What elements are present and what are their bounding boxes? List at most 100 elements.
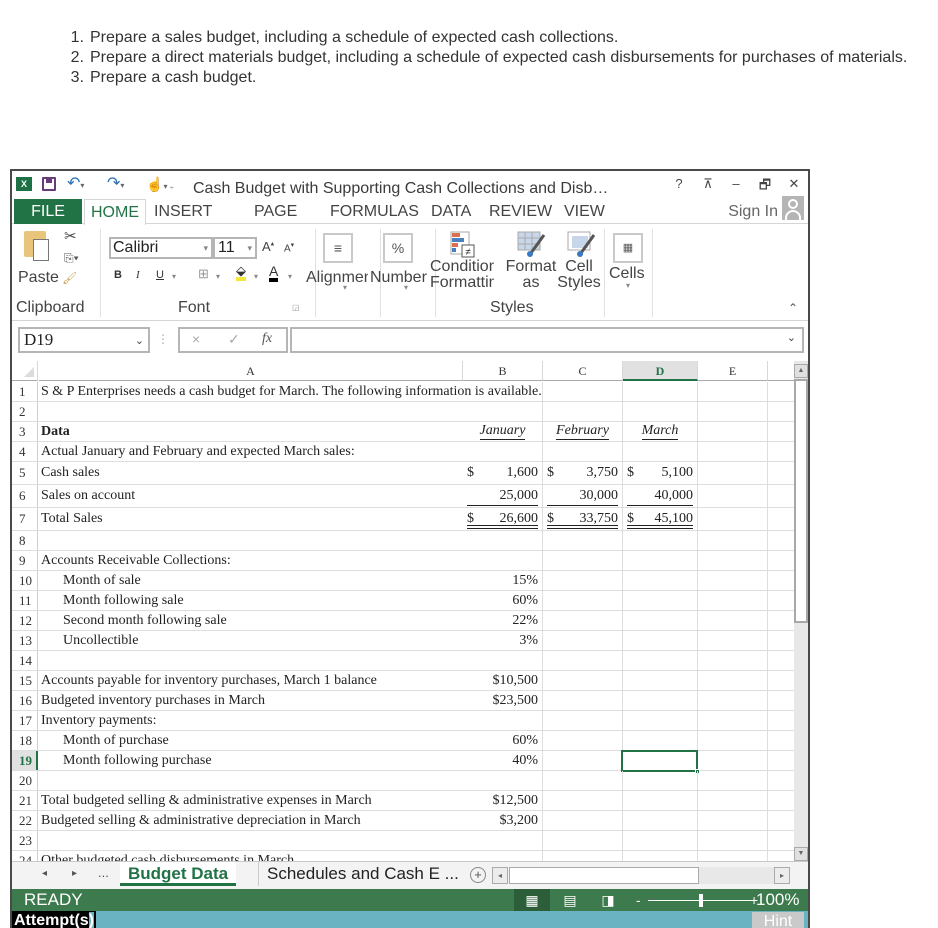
format-as-table-button[interactable]: Format as (502, 259, 560, 291)
row-header[interactable]: 21 (12, 791, 38, 810)
row-header[interactable]: 18 (12, 731, 38, 750)
cut-icon[interactable]: ✂ (64, 227, 77, 245)
row-header[interactable]: 13 (12, 631, 38, 650)
collapse-ribbon-icon[interactable]: ⌃ (788, 301, 798, 315)
cell-d9[interactable] (623, 551, 698, 570)
cell-d3[interactable]: March (623, 422, 698, 441)
cell-d20[interactable] (623, 771, 698, 790)
underline-button[interactable]: U (156, 269, 164, 281)
cell-c22[interactable] (543, 811, 623, 830)
cell-a8[interactable] (39, 531, 463, 550)
cell-e14[interactable] (698, 651, 768, 670)
cell-f4[interactable] (768, 442, 794, 461)
font-dialog-launcher-icon[interactable]: ◲ (292, 303, 300, 312)
cell-d7[interactable]: $45,100 (623, 508, 698, 530)
cell-c18[interactable] (543, 731, 623, 750)
cell-a14[interactable] (39, 651, 463, 670)
cell-d5[interactable]: $5,100 (623, 462, 698, 484)
cell-e20[interactable] (698, 771, 768, 790)
cell-c20[interactable] (543, 771, 623, 790)
cell-d2[interactable] (623, 402, 698, 421)
cell-f8[interactable] (768, 531, 794, 550)
row-header[interactable]: 20 (12, 771, 38, 790)
cell-f17[interactable] (768, 711, 794, 730)
font-size-select[interactable]: 11 ▾ (213, 237, 257, 259)
cell-d1[interactable] (623, 382, 698, 401)
add-sheet-icon[interactable]: + (470, 867, 486, 883)
cell-c12[interactable] (543, 611, 623, 630)
cell-b8[interactable] (463, 531, 543, 550)
cell-c8[interactable] (543, 531, 623, 550)
bold-button[interactable]: B (114, 269, 122, 281)
horizontal-scroll-track[interactable] (699, 867, 774, 884)
cell-b21[interactable]: $12,500 (463, 791, 543, 810)
grow-font-button[interactable]: A▴ (262, 239, 274, 254)
format-as-table-icon[interactable] (517, 231, 547, 259)
cell-a16[interactable]: Budgeted inventory purchases in March (39, 691, 463, 710)
undo-icon[interactable]: ↶▾ (67, 175, 84, 193)
row-header[interactable]: 7 (12, 508, 38, 530)
cell-e13[interactable] (698, 631, 768, 650)
tab-file[interactable]: FILE (14, 199, 82, 224)
cell-b10[interactable]: 15% (463, 571, 543, 590)
tab-review[interactable]: REVIEW (483, 199, 558, 224)
cell-a21[interactable]: Total budgeted selling & administrative … (39, 791, 463, 810)
ribbon-display-options-button[interactable]: ⊼ (698, 176, 718, 192)
cell-f18[interactable] (768, 731, 794, 750)
conditional-formatting-button[interactable]: Conditional Formatting (430, 259, 494, 291)
cell-f20[interactable] (768, 771, 794, 790)
font-color-button[interactable]: A (269, 264, 279, 282)
cell-e5[interactable] (698, 462, 768, 484)
cell-a9[interactable]: Accounts Receivable Collections: (39, 551, 463, 570)
restore-button[interactable]: 🗗 (755, 176, 775, 198)
more-sheets-button[interactable]: ... (98, 865, 109, 880)
prev-sheet-icon[interactable]: ◂ (42, 868, 47, 879)
cell-e9[interactable] (698, 551, 768, 570)
cell-e18[interactable] (698, 731, 768, 750)
cell-a23[interactable] (39, 831, 463, 850)
page-break-view-icon[interactable]: ◨ (590, 889, 626, 911)
cell-d12[interactable] (623, 611, 698, 630)
scroll-down-icon[interactable]: ▼ (794, 847, 808, 861)
cell-e15[interactable] (698, 671, 768, 690)
cell-f13[interactable] (768, 631, 794, 650)
fill-color-icon[interactable]: ⬙ (236, 264, 246, 281)
cell-a18[interactable]: Month of purchase (39, 731, 463, 750)
cell-f10[interactable] (768, 571, 794, 590)
cell-f1[interactable] (768, 382, 794, 401)
zoom-out-button[interactable]: - (636, 889, 641, 911)
column-header-e[interactable]: E (698, 361, 768, 381)
cell-a2[interactable] (39, 402, 463, 421)
row-header[interactable]: 4 (12, 442, 38, 461)
page-layout-view-icon[interactable]: ▤ (552, 889, 588, 911)
cell-f22[interactable] (768, 811, 794, 830)
cell-b20[interactable] (463, 771, 543, 790)
cell-f3[interactable] (768, 422, 794, 441)
copy-icon[interactable]: ⎘▾ (64, 251, 79, 266)
cell-b1[interactable] (463, 382, 543, 401)
row-header[interactable]: 8 (12, 531, 38, 550)
cell-a5[interactable]: Cash sales (39, 462, 463, 484)
row-header[interactable]: 22 (12, 811, 38, 830)
cell-a15[interactable]: Accounts payable for inventory purchases… (39, 671, 463, 690)
enter-icon[interactable]: ✓ (228, 331, 240, 348)
cell-f23[interactable] (768, 831, 794, 850)
redo-icon[interactable]: ↷▾ (107, 175, 124, 193)
cell-a10[interactable]: Month of sale (39, 571, 463, 590)
tab-data[interactable]: DATA (425, 199, 477, 224)
cell-c10[interactable] (543, 571, 623, 590)
row-header[interactable]: 14 (12, 651, 38, 670)
cell-b2[interactable] (463, 402, 543, 421)
cell-b5[interactable]: $1,600 (463, 462, 543, 484)
alignment-icon[interactable]: ≡ (323, 233, 353, 263)
tab-page[interactable]: PAGE (248, 199, 303, 224)
cell-c17[interactable] (543, 711, 623, 730)
cell-a3[interactable]: Data (39, 422, 463, 441)
cell-f14[interactable] (768, 651, 794, 670)
cell-c15[interactable] (543, 671, 623, 690)
row-header[interactable]: 19 (12, 751, 38, 770)
cell-a11[interactable]: Month following sale (39, 591, 463, 610)
cell-c4[interactable] (543, 442, 623, 461)
next-sheet-icon[interactable]: ▸ (72, 868, 77, 879)
row-header[interactable]: 23 (12, 831, 38, 850)
